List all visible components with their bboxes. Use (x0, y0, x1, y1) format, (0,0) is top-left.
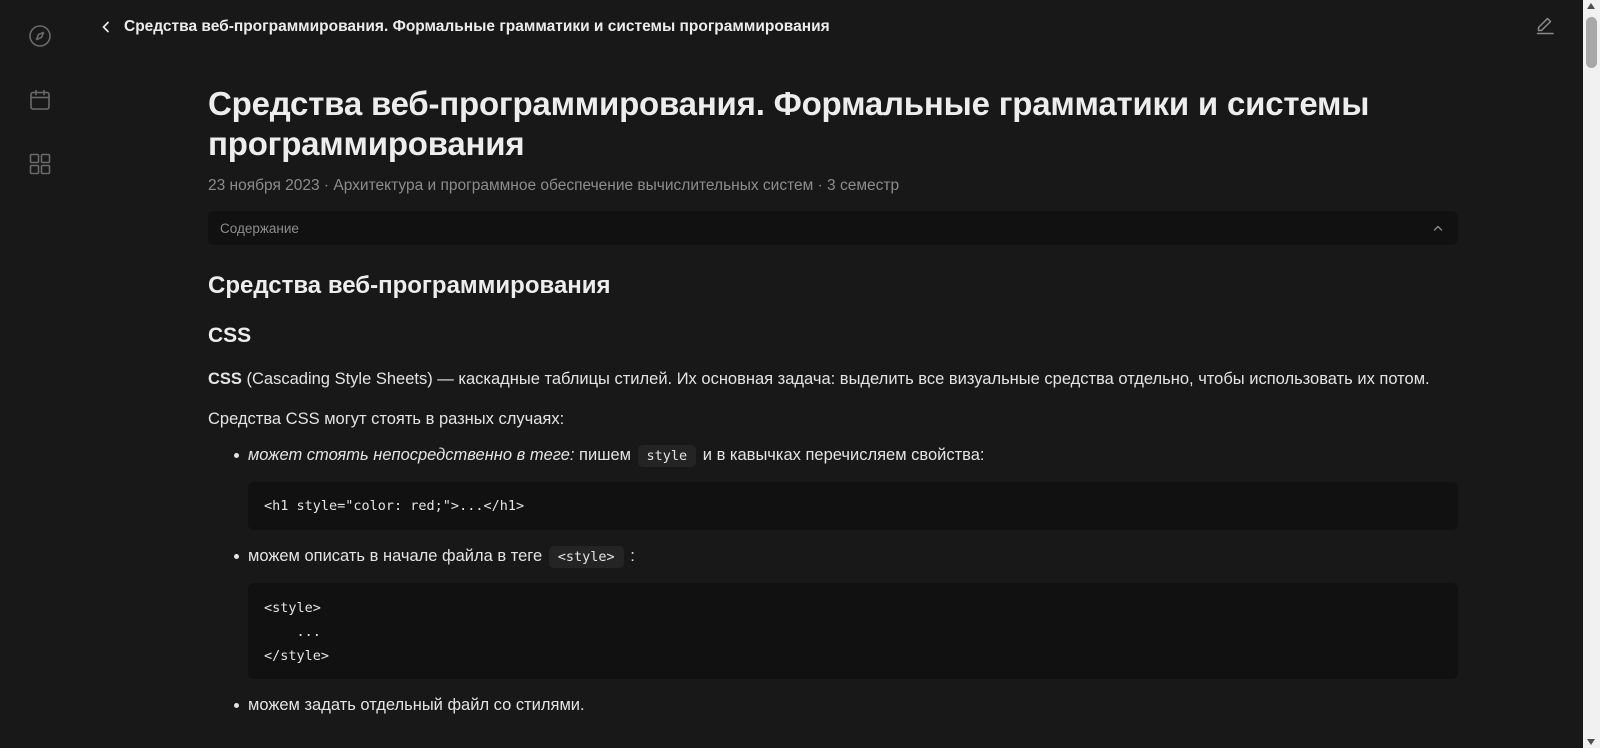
list-item-text: пишем (574, 446, 636, 464)
compass-icon[interactable] (28, 24, 52, 48)
list-item: может стоять непосредственно в теге: пиш… (234, 443, 1458, 530)
list-item-text: можем задать отдельный файл со стилями. (248, 696, 585, 714)
pencil-icon (1536, 17, 1554, 35)
code-block: <h1 style="color: red;">...</h1> (248, 482, 1458, 530)
scroll-up-icon[interactable] (1587, 3, 1595, 9)
list-item: можем задать отдельный файл со стилями. (234, 693, 1458, 717)
intro-paragraph: CSS (Cascading Style Sheets) — каскадные… (208, 367, 1458, 391)
subsection-heading: CSS (208, 324, 252, 347)
grid-icon[interactable] (28, 152, 52, 176)
sidebar (0, 0, 80, 748)
code-block: <style> ... </style> (248, 583, 1458, 679)
inline-code: style (637, 445, 697, 467)
list-item-text: : (625, 547, 635, 565)
chevron-up-icon (1432, 222, 1444, 234)
article: Средства веб-программирования. Формальны… (208, 84, 1458, 721)
table-of-contents[interactable]: Содержание (208, 211, 1458, 245)
calendar-icon[interactable] (28, 88, 52, 112)
edit-button[interactable] (1532, 12, 1558, 38)
list-item-text: и в кавычках перечисляем свойства: (698, 446, 985, 464)
scroll-thumb[interactable] (1586, 17, 1597, 68)
article-meta: 23 ноября 2023 · Архитектура и программн… (208, 177, 900, 194)
back-button[interactable] (92, 13, 120, 41)
intro-text: (Cascading Style Sheets) — каскадные таб… (241, 370, 1430, 388)
topbar-title: Средства веб-программирования. Формальны… (124, 18, 830, 35)
section-heading: Средства веб-программирования (208, 272, 611, 299)
intro-term: CSS (208, 370, 242, 388)
topbar: Средства веб-программирования. Формальны… (92, 10, 830, 44)
scrollbar[interactable] (1583, 0, 1600, 748)
scroll-down-icon[interactable] (1587, 739, 1595, 745)
list-item: можем описать в начале файла в теге <sty… (234, 544, 1458, 679)
page-title: Средства веб-программирования. Формальны… (208, 85, 1370, 162)
toc-label: Содержание (220, 220, 299, 236)
paragraph: Средства CSS могут стоять в разных случа… (208, 410, 565, 428)
usage-list: может стоять непосредственно в теге: пиш… (208, 443, 1458, 717)
inline-code: <style> (548, 546, 624, 568)
list-item-text: можем описать в начале файла в теге (248, 547, 547, 565)
list-item-italic: может стоять непосредственно в теге: (248, 446, 575, 464)
chevron-left-icon (102, 21, 109, 33)
